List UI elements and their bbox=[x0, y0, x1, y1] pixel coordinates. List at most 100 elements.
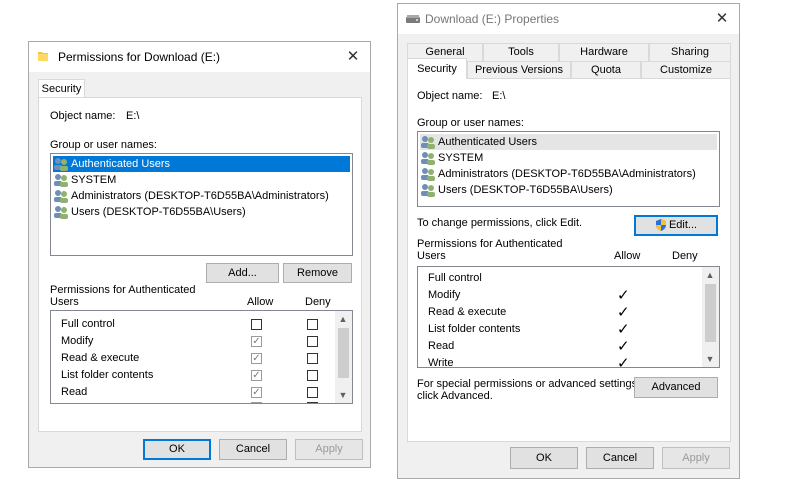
permissions-titlebar[interactable]: Permissions for Download (E:) ✕ bbox=[29, 42, 370, 72]
properties-titlebar[interactable]: Download (E:) Properties ✕ bbox=[398, 4, 739, 34]
user-name: SYSTEM bbox=[71, 174, 117, 186]
user-name: SYSTEM bbox=[438, 152, 484, 164]
user-list[interactable]: Authenticated Users SYSTEM Administrator… bbox=[50, 153, 353, 256]
properties-dialog: Download (E:) Properties ✕ General Tools… bbox=[397, 3, 740, 479]
deny-checkbox[interactable] bbox=[307, 370, 318, 381]
special-permissions-text: For special permissions or advanced sett… bbox=[417, 378, 641, 390]
user-name: Authenticated Users bbox=[438, 136, 538, 148]
permission-name: Write bbox=[428, 357, 454, 368]
tab-sharing[interactable]: Sharing bbox=[649, 43, 731, 61]
apply-button[interactable]: Apply bbox=[662, 447, 730, 469]
tab-quota[interactable]: Quota bbox=[571, 61, 641, 79]
allow-column-header: Allow bbox=[247, 296, 274, 308]
scroll-thumb[interactable] bbox=[338, 328, 349, 378]
tab-label: General bbox=[425, 46, 465, 58]
dialog-title: Download (E:) Properties bbox=[425, 12, 560, 26]
permission-name: Modify bbox=[61, 335, 94, 347]
permissions-for-label-2: Users bbox=[50, 296, 79, 308]
permission-name: Full control bbox=[61, 318, 115, 330]
user-name: Administrators (DESKTOP-T6D55BA\Administ… bbox=[438, 168, 696, 180]
permission-name: Read & execute bbox=[428, 306, 507, 318]
deny-checkbox[interactable] bbox=[307, 402, 318, 403]
user-name: Users (DESKTOP-T6D55BA\Users) bbox=[438, 184, 613, 196]
tab-security[interactable]: Security bbox=[407, 58, 467, 79]
deny-checkbox[interactable] bbox=[307, 353, 318, 364]
tab-label: Customize bbox=[660, 64, 712, 76]
deny-column-header: Deny bbox=[672, 250, 698, 262]
advanced-button[interactable]: Advanced bbox=[634, 377, 718, 398]
deny-checkbox[interactable] bbox=[307, 336, 318, 347]
allow-check-icon: ✓ bbox=[617, 287, 630, 304]
allow-checkbox[interactable]: ✓ bbox=[251, 387, 262, 398]
edit-button[interactable]: Edit... bbox=[634, 215, 718, 236]
scrollbar[interactable]: ▲ ▼ bbox=[702, 267, 719, 367]
tab-label: Security bbox=[41, 83, 82, 95]
permission-name: List folder contents bbox=[428, 323, 521, 335]
allow-check-icon: ✓ bbox=[617, 304, 630, 321]
tab-previous-versions[interactable]: Previous Versions bbox=[467, 61, 571, 79]
deny-checkbox[interactable] bbox=[307, 319, 318, 330]
user-group-icon bbox=[420, 183, 436, 198]
tab-label: Security bbox=[417, 63, 457, 75]
permissions-list[interactable]: Full control Modify ✓ Read & execute ✓ L… bbox=[50, 310, 353, 404]
ok-button[interactable]: OK bbox=[143, 439, 211, 460]
user-group-icon bbox=[53, 205, 69, 220]
list-item[interactable]: Administrators (DESKTOP-T6D55BA\Administ… bbox=[53, 188, 329, 204]
scrollbar[interactable]: ▲ ▼ bbox=[335, 311, 352, 403]
list-item[interactable]: Administrators (DESKTOP-T6D55BA\Administ… bbox=[420, 166, 696, 182]
scroll-down-icon[interactable]: ▼ bbox=[702, 352, 718, 366]
special-permissions-text-2: click Advanced. bbox=[417, 390, 493, 402]
list-item[interactable]: Users (DESKTOP-T6D55BA\Users) bbox=[420, 182, 613, 198]
allow-checkbox[interactable] bbox=[251, 319, 262, 330]
user-name: Authenticated Users bbox=[71, 158, 171, 170]
user-list[interactable]: Authenticated Users SYSTEM Administrator… bbox=[417, 131, 720, 207]
tab-label: Quota bbox=[591, 64, 621, 76]
dialog-title: Permissions for Download (E:) bbox=[58, 50, 221, 64]
object-name-value: E:\ bbox=[126, 110, 140, 122]
cancel-button[interactable]: Cancel bbox=[219, 439, 287, 460]
change-permissions-text: To change permissions, click Edit. bbox=[417, 217, 583, 229]
user-group-icon bbox=[420, 167, 436, 182]
allow-column-header: Allow bbox=[614, 250, 641, 262]
folder-icon bbox=[37, 50, 49, 62]
group-label: Group or user names: bbox=[417, 117, 524, 129]
apply-button[interactable]: Apply bbox=[295, 439, 363, 460]
close-icon[interactable]: ✕ bbox=[342, 46, 364, 68]
remove-button[interactable]: Remove bbox=[283, 263, 352, 283]
user-group-icon bbox=[53, 157, 69, 172]
object-name-label: Object name: bbox=[417, 90, 483, 102]
permissions-for-label-2: Users bbox=[417, 250, 446, 262]
allow-checkbox[interactable]: ✓ bbox=[251, 353, 262, 364]
allow-checkbox[interactable] bbox=[251, 402, 262, 403]
permissions-for-label: Permissions for Authenticated bbox=[417, 238, 563, 250]
object-name-value: E:\ bbox=[492, 90, 506, 102]
allow-checkbox[interactable]: ✓ bbox=[251, 370, 262, 381]
deny-column-header: Deny bbox=[305, 296, 331, 308]
user-group-icon bbox=[53, 173, 69, 188]
list-item[interactable]: Users (DESKTOP-T6D55BA\Users) bbox=[53, 204, 246, 220]
scroll-down-icon[interactable]: ▼ bbox=[335, 388, 351, 402]
cancel-button[interactable]: Cancel bbox=[586, 447, 654, 469]
list-item[interactable]: SYSTEM bbox=[420, 150, 483, 166]
list-item[interactable]: SYSTEM bbox=[53, 172, 116, 188]
scroll-up-icon[interactable]: ▲ bbox=[702, 268, 718, 282]
allow-check-icon: ✓ bbox=[617, 338, 630, 355]
tab-tools[interactable]: Tools bbox=[483, 43, 559, 61]
group-label: Group or user names: bbox=[50, 139, 157, 151]
allow-checkbox[interactable]: ✓ bbox=[251, 336, 262, 347]
add-button[interactable]: Add... bbox=[206, 263, 279, 283]
tab-security[interactable]: Security bbox=[38, 79, 85, 98]
tab-hardware[interactable]: Hardware bbox=[559, 43, 649, 61]
permission-name: Read bbox=[61, 386, 88, 398]
close-icon[interactable]: ✕ bbox=[711, 8, 733, 30]
user-name: Users (DESKTOP-T6D55BA\Users) bbox=[71, 206, 246, 218]
tab-customize[interactable]: Customize bbox=[641, 61, 731, 79]
scroll-thumb[interactable] bbox=[705, 284, 716, 342]
scroll-up-icon[interactable]: ▲ bbox=[335, 312, 351, 326]
drive-icon bbox=[406, 14, 420, 24]
permissions-list[interactable]: Full control Modify ✓ Read & execute ✓ L… bbox=[417, 266, 720, 368]
list-item[interactable]: Authenticated Users bbox=[420, 134, 717, 150]
list-item[interactable]: Authenticated Users bbox=[53, 156, 350, 172]
ok-button[interactable]: OK bbox=[510, 447, 578, 469]
deny-checkbox[interactable] bbox=[307, 387, 318, 398]
